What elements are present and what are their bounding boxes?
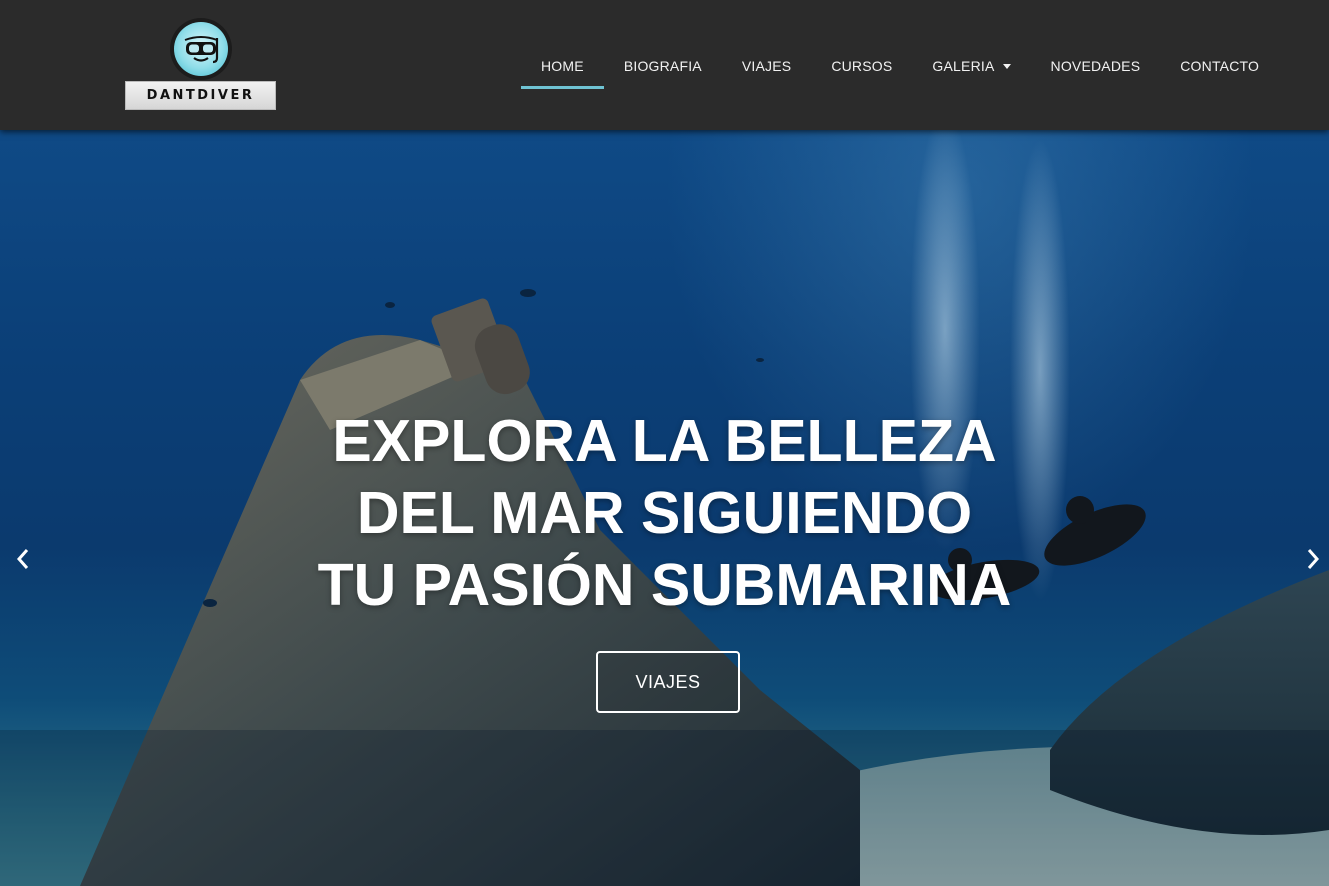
diver-mask-icon [170, 18, 232, 80]
hero-heading: EXPLORA LA BELLEZA DEL MAR SIGUIENDO TU … [0, 405, 1329, 621]
nav-novedades[interactable]: NOVEDADES [1031, 43, 1161, 89]
hero-line: DEL MAR SIGUIENDO [356, 480, 973, 546]
site-header: DANTDIVER HOME BIOGRAFIA VIAJES CURSOS G… [0, 0, 1329, 130]
main-nav: HOME BIOGRAFIA VIAJES CURSOS GALERIA NOV… [521, 43, 1279, 89]
nav-label: VIAJES [741, 58, 792, 74]
nav-label: BIOGRAFIA [623, 58, 702, 74]
viajes-cta-button[interactable]: VIAJES [596, 651, 740, 713]
chevron-right-icon[interactable] [1298, 544, 1328, 574]
nav-label: GALERIA [932, 58, 995, 74]
hero-line: TU PASIÓN SUBMARINA [317, 552, 1012, 618]
brand-name: DANTDIVER [125, 81, 276, 110]
nav-galeria[interactable]: GALERIA [912, 43, 1030, 89]
nav-label: HOME [541, 58, 584, 74]
hero-line: EXPLORA LA BELLEZA [332, 408, 997, 474]
nav-label: CURSOS [831, 58, 893, 74]
hero-slider: EXPLORA LA BELLEZA DEL MAR SIGUIENDO TU … [0, 130, 1329, 886]
nav-contacto[interactable]: CONTACTO [1160, 43, 1279, 89]
nav-cursos[interactable]: CURSOS [811, 43, 912, 89]
nav-label: CONTACTO [1180, 58, 1260, 74]
site-logo[interactable]: DANTDIVER [125, 18, 276, 111]
nav-viajes[interactable]: VIAJES [722, 43, 811, 89]
chevron-left-icon[interactable] [8, 544, 38, 574]
nav-label: NOVEDADES [1050, 58, 1141, 74]
caret-down-icon [1002, 64, 1011, 69]
nav-home[interactable]: HOME [521, 43, 604, 89]
nav-biografia[interactable]: BIOGRAFIA [604, 43, 722, 89]
